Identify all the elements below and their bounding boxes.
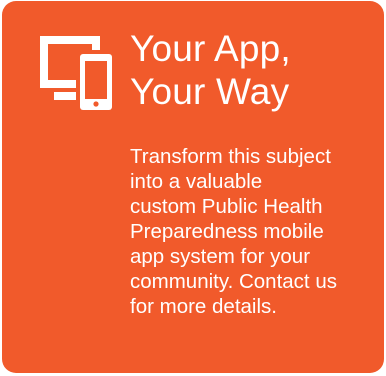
card-title-line: Your Way: [130, 71, 290, 112]
card-description: Transform this subject into a valuable c…: [130, 144, 380, 319]
description-line: app system for your: [130, 245, 311, 268]
description-line: Preparedness mobile: [130, 220, 324, 243]
devices-icon: [32, 28, 114, 110]
description-line: custom Public Health: [130, 195, 323, 218]
card-title-line: Your App,: [130, 28, 291, 69]
description-line: into a valuable: [130, 170, 263, 193]
card-title: Your App, Your Way: [130, 27, 291, 113]
description-line: for more details.: [130, 295, 277, 318]
description-line: Transform this subject: [130, 145, 331, 168]
description-line: community. Contact us: [130, 270, 337, 293]
promo-card: Your App, Your Way Transform this subjec…: [2, 1, 384, 373]
